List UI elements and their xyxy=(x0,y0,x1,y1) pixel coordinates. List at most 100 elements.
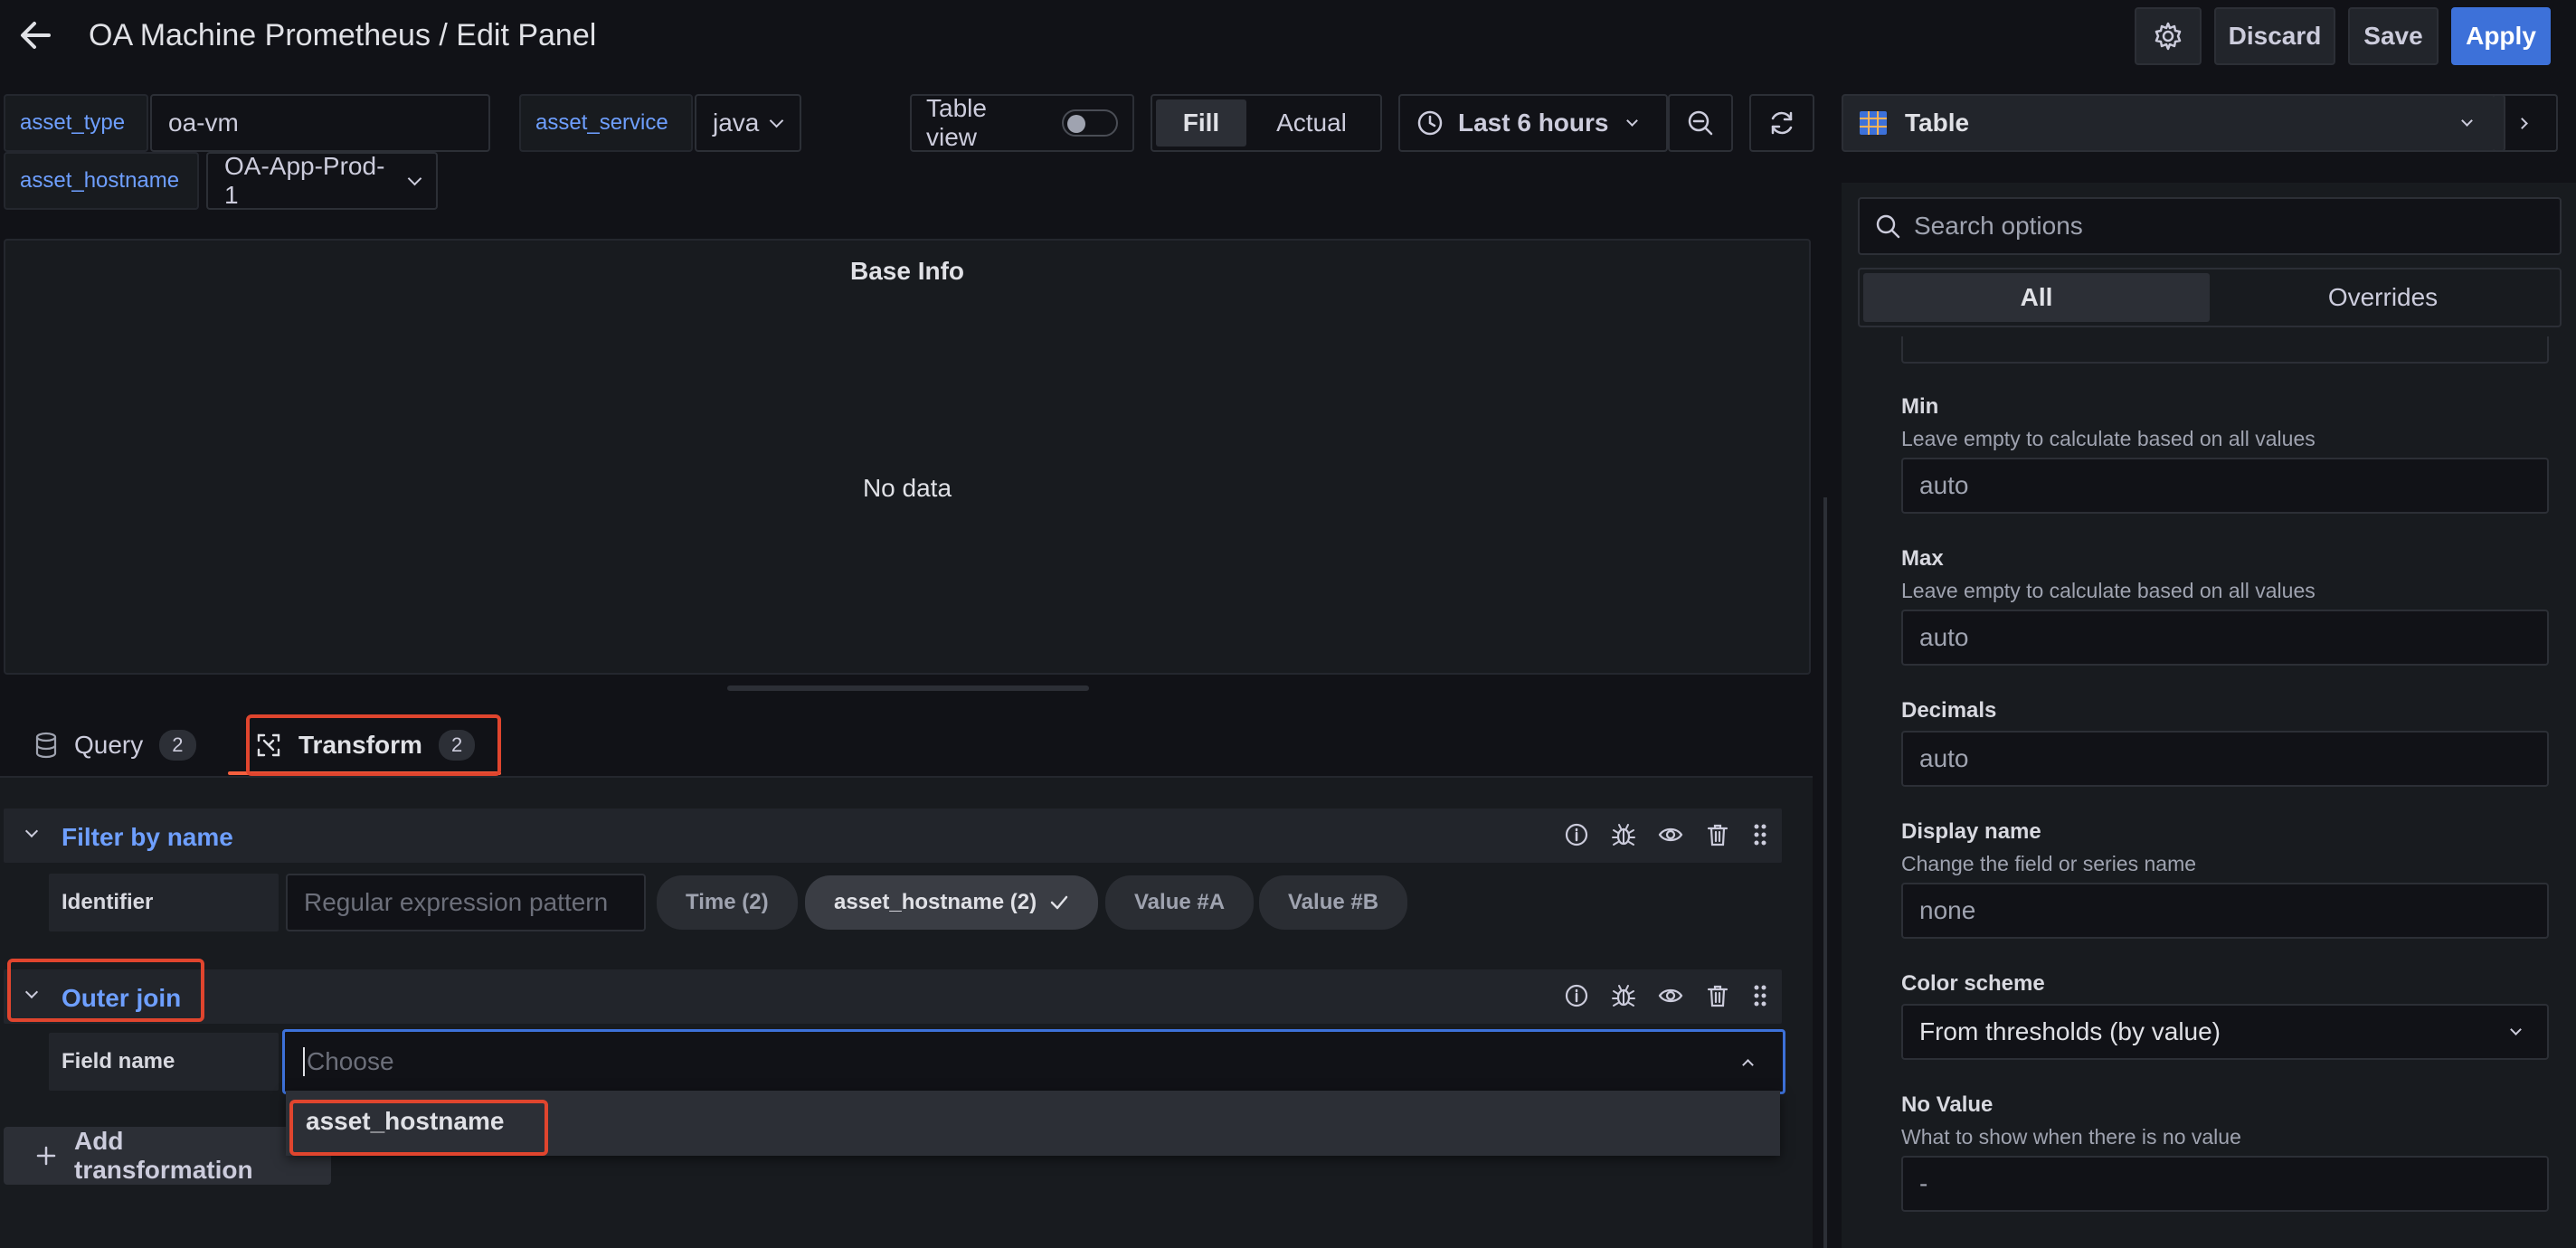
min-label: Min xyxy=(1901,394,1939,419)
field-pill-value-b[interactable]: Value #B xyxy=(1259,875,1408,930)
table-view-label: Table view xyxy=(926,94,987,151)
options-tab-group: All Overrides xyxy=(1858,268,2562,327)
eye-icon[interactable] xyxy=(1657,821,1684,848)
min-input[interactable]: auto xyxy=(1901,458,2549,514)
zoom-out-button[interactable] xyxy=(1668,94,1733,152)
asset-hostname-value: OA-App-Prod-1 xyxy=(224,152,385,209)
zoom-out-icon xyxy=(1686,109,1715,137)
variable-label-asset-type: asset_type xyxy=(4,94,148,152)
refresh-button[interactable] xyxy=(1749,94,1814,152)
clock-icon xyxy=(1416,109,1444,137)
chevron-down-icon xyxy=(2510,1023,2522,1035)
visualization-name: Table xyxy=(1905,109,1970,137)
refresh-icon xyxy=(1767,109,1796,137)
filter-actions xyxy=(1563,821,1769,848)
fill-option[interactable]: Fill xyxy=(1156,99,1246,147)
eye-icon[interactable] xyxy=(1657,982,1684,1009)
tab-query-label: Query xyxy=(74,731,144,759)
asset-type-value: oa-vm xyxy=(168,109,239,137)
chevron-right-icon xyxy=(2515,117,2528,129)
outer-join-actions xyxy=(1563,982,1769,1009)
panel-title: Base Info xyxy=(849,257,965,285)
min-description: Leave empty to calculate based on all va… xyxy=(1901,427,2316,450)
field-name-placeholder: Choose xyxy=(307,1047,394,1075)
outer-join-header[interactable]: Outer join xyxy=(4,969,1782,1024)
info-icon[interactable] xyxy=(1563,982,1590,1009)
highlight-transform-tab xyxy=(246,714,501,776)
no-value-value: - xyxy=(1919,1169,1928,1197)
debug-icon[interactable] xyxy=(1610,982,1637,1009)
drag-handle-icon[interactable] xyxy=(1751,821,1769,848)
add-transformation-label: Add transformation xyxy=(74,1127,253,1184)
panel-preview: Base Info No data xyxy=(4,239,1811,675)
page-title: OA Machine Prometheus / Edit Panel xyxy=(89,18,597,52)
min-value: auto xyxy=(1919,471,1969,499)
no-value-input[interactable]: - xyxy=(1901,1156,2549,1212)
field-pill-time[interactable]: Time (2) xyxy=(657,875,798,930)
variable-label-asset-service: asset_service xyxy=(519,94,693,152)
regex-pattern-input[interactable]: Regular expression pattern xyxy=(286,874,646,931)
highlight-outer-join xyxy=(7,959,204,1022)
search-options-input[interactable]: Search options xyxy=(1858,197,2562,255)
trash-icon[interactable] xyxy=(1704,821,1731,848)
asset-service-value: java xyxy=(713,109,760,137)
collapse-options-button[interactable] xyxy=(2493,94,2558,152)
asset-type-input[interactable]: oa-vm xyxy=(150,94,490,152)
tab-query[interactable]: Query 2 xyxy=(34,723,196,767)
no-data-message: No data xyxy=(862,474,952,502)
chevron-down-icon xyxy=(407,171,422,186)
drag-handle-icon[interactable] xyxy=(1751,982,1769,1009)
no-value-label: No Value xyxy=(1901,1092,1994,1117)
resize-handle[interactable] xyxy=(727,685,1089,691)
database-icon xyxy=(34,732,58,759)
discard-button[interactable]: Discard xyxy=(2214,7,2335,65)
search-icon xyxy=(1874,213,1901,240)
field-name-select[interactable]: Choose xyxy=(282,1029,1785,1094)
max-description: Leave empty to calculate based on all va… xyxy=(1901,579,2316,602)
table-view-switch[interactable] xyxy=(1062,109,1118,137)
pane-splitter[interactable] xyxy=(1823,497,1827,1248)
add-transformation-button[interactable]: Add transformation xyxy=(4,1127,331,1185)
tab-all[interactable]: All xyxy=(1863,273,2210,322)
identifier-label-text: Identifier xyxy=(62,890,154,914)
info-icon[interactable] xyxy=(1563,821,1590,848)
filter-by-name-header[interactable]: Filter by name xyxy=(4,808,1782,863)
display-name-value: none xyxy=(1919,896,1976,924)
color-scheme-select[interactable]: From thresholds (by value) xyxy=(1901,1004,2549,1060)
variable-label-text: asset_type xyxy=(20,110,126,135)
color-scheme-value: From thresholds (by value) xyxy=(1919,1017,2221,1045)
display-name-input[interactable]: none xyxy=(1901,883,2549,939)
settings-button[interactable] xyxy=(2135,7,2202,65)
no-value-description: What to show when there is no value xyxy=(1901,1125,2241,1149)
asset-service-select[interactable]: java xyxy=(695,94,801,152)
save-button[interactable]: Save xyxy=(2348,7,2439,65)
variable-label-asset-hostname: asset_hostname xyxy=(4,152,199,210)
trash-icon[interactable] xyxy=(1704,982,1731,1009)
decimals-value: auto xyxy=(1919,744,1969,772)
max-label: Max xyxy=(1901,546,1944,571)
decimals-input[interactable]: auto xyxy=(1901,731,2549,787)
apply-button[interactable]: Apply xyxy=(2451,7,2551,65)
chevron-down-icon xyxy=(24,824,39,838)
tab-overrides[interactable]: Overrides xyxy=(2210,273,2556,322)
max-value: auto xyxy=(1919,623,1969,651)
field-pill-value-a[interactable]: Value #A xyxy=(1105,875,1255,930)
visualization-picker[interactable]: Table xyxy=(1842,94,2505,152)
asset-hostname-select[interactable]: OA-App-Prod-1 xyxy=(206,152,438,210)
decimals-label: Decimals xyxy=(1901,698,1997,723)
chevron-up-icon xyxy=(1742,1058,1754,1071)
back-arrow-icon[interactable] xyxy=(16,16,54,54)
debug-icon[interactable] xyxy=(1610,821,1637,848)
field-pill-asset-hostname[interactable]: asset_hostname (2) xyxy=(805,875,1099,930)
chevron-down-icon xyxy=(770,113,784,128)
options-scroll-partial-input xyxy=(1901,336,2549,364)
max-input[interactable]: auto xyxy=(1901,610,2549,666)
highlight-dropdown-option xyxy=(289,1100,548,1156)
text-cursor xyxy=(303,1047,305,1076)
chevron-down-icon xyxy=(2461,114,2473,127)
table-icon xyxy=(1858,109,1889,137)
time-range-picker[interactable]: Last 6 hours xyxy=(1398,94,1668,152)
identifier-label: Identifier xyxy=(49,874,279,931)
variable-label-text: asset_service xyxy=(535,110,668,135)
actual-option[interactable]: Actual xyxy=(1246,99,1377,147)
